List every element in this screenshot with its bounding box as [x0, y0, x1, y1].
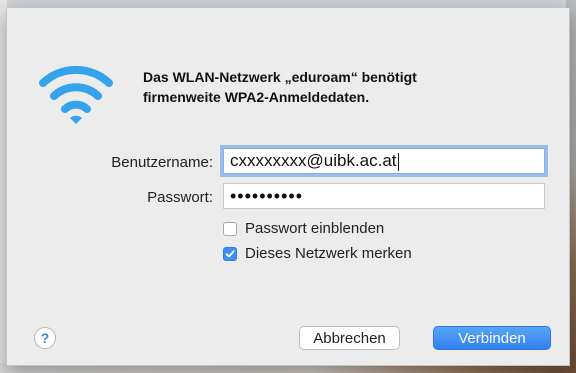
connect-button[interactable]: Verbinden [433, 326, 551, 350]
password-field[interactable]: •••••••••• [223, 183, 545, 209]
message-line-2: firmenweite WPA2-Anmeldedaten. [143, 89, 370, 105]
remember-network-option[interactable]: Dieses Netzwerk merken [223, 245, 412, 262]
message-line-1: Das WLAN-Netzwerk „eduroam“ benötigt [143, 69, 417, 85]
wifi-icon [39, 65, 113, 124]
checkmark-icon [225, 249, 235, 257]
remember-network-label: Dieses Netzwerk merken [245, 245, 412, 262]
password-label: Passwort: [147, 189, 213, 206]
show-password-label: Passwort einblenden [245, 220, 385, 237]
wifi-credentials-dialog: Das WLAN-Netzwerk „eduroam“ benötigt fir… [6, 8, 570, 366]
username-label: Benutzername: [111, 154, 213, 171]
help-icon: ? [40, 330, 50, 346]
show-password-checkbox[interactable] [223, 221, 237, 236]
username-value: cxxxxxxxx@uibk.ac.at [230, 151, 397, 170]
remember-network-checkbox[interactable] [223, 246, 237, 261]
password-value: •••••••••• [230, 186, 304, 206]
username-field[interactable]: cxxxxxxxx@uibk.ac.at [223, 148, 545, 174]
help-button[interactable]: ? [34, 327, 56, 349]
show-password-option[interactable]: Passwort einblenden [223, 220, 384, 237]
dialog-message: Das WLAN-Netzwerk „eduroam“ benötigt fir… [143, 67, 543, 107]
cancel-button[interactable]: Abbrechen [299, 326, 400, 350]
text-caret [397, 152, 399, 171]
